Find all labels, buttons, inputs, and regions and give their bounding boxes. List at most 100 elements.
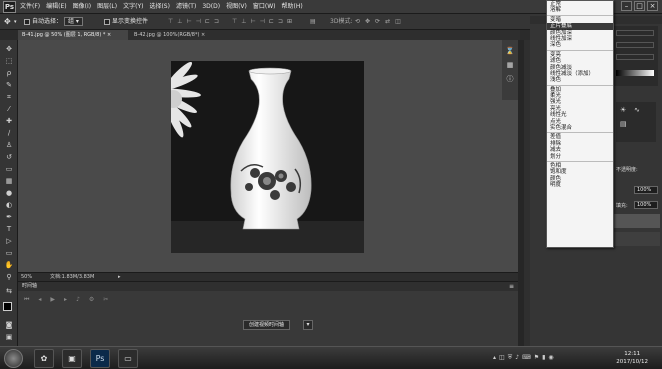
menu-item[interactable]: 文件(F) <box>20 0 40 14</box>
move-tool-icon[interactable]: ✥ <box>4 14 11 30</box>
pen-tool-icon[interactable]: ✒ <box>4 212 14 222</box>
align-icons[interactable]: ⊤⊥⊢⊣⊏⊐ <box>168 14 223 30</box>
healing-brush-tool-icon[interactable]: ✚ <box>4 116 14 126</box>
timeline-dropdown-arrow[interactable]: ▾ <box>303 320 313 330</box>
opacity-input[interactable]: 100% <box>634 186 658 194</box>
settings-icon[interactable]: ⚙ <box>89 296 94 304</box>
blend-mode-option[interactable]: 明度 <box>547 182 613 188</box>
canvas-area[interactable] <box>18 40 518 272</box>
clone-stamp-tool-icon[interactable]: ♙ <box>4 140 14 150</box>
gradient-tool-icon[interactable]: ▦ <box>4 176 14 186</box>
taskbar-image-viewer-icon[interactable]: ▣ <box>62 349 82 368</box>
menu-item[interactable]: 图层(L) <box>97 0 117 14</box>
eyedropper-tool-icon[interactable]: ⁄ <box>4 104 14 114</box>
show-transform-checkbox[interactable] <box>104 18 110 25</box>
play-icon[interactable]: ▶ <box>50 296 55 304</box>
quick-select-tool-icon[interactable]: ✎ <box>4 80 14 90</box>
taskbar-pinned-icon[interactable]: ✿ <box>34 349 54 368</box>
layer-row[interactable] <box>614 232 660 246</box>
gradient-bar[interactable] <box>616 70 654 76</box>
taskbar-clock[interactable]: 12:11 2017/10/12 <box>616 350 648 366</box>
zoom-level[interactable]: 50% <box>21 273 32 281</box>
3d-mode-icons[interactable]: ⟲✥⟳⇄◫ <box>355 14 406 30</box>
move-tool-icon[interactable]: ✥ <box>4 44 14 54</box>
slider-b[interactable] <box>616 54 654 60</box>
hand-tool-icon[interactable]: ✋ <box>4 260 14 270</box>
document-image[interactable] <box>153 61 364 253</box>
properties-panel-icon[interactable]: ▦ <box>505 60 515 70</box>
layer-row[interactable] <box>614 214 660 228</box>
tray-app-icon[interactable]: ◉ <box>548 354 553 362</box>
curves-icon[interactable]: ∿ <box>634 106 640 114</box>
blend-mode-option[interactable]: 实色混合 <box>547 125 613 131</box>
history-panel-icon[interactable]: ⌛ <box>505 46 515 56</box>
close-button[interactable]: × <box>647 1 658 11</box>
adjustment-icon[interactable]: ☀ <box>620 106 626 114</box>
tool-preset-arrow-icon[interactable]: ▾ <box>14 14 17 30</box>
auto-align-icon[interactable]: ▤ <box>310 14 320 30</box>
start-button[interactable] <box>4 349 23 368</box>
tab-b42[interactable]: B-42.jpg @ 100%(RGB/8*) × <box>130 30 230 40</box>
tray-battery-icon[interactable]: ▮ <box>542 354 545 362</box>
menu-item[interactable]: 3D(D) <box>202 0 220 14</box>
blend-mode-option[interactable]: 浅色 <box>547 77 613 83</box>
first-frame-icon[interactable]: ⏮ <box>24 296 29 304</box>
quick-mask-icon[interactable]: ◙ <box>4 320 14 330</box>
menu-item[interactable]: 图像(I) <box>73 0 91 14</box>
menu-item[interactable]: 视图(V) <box>226 0 247 14</box>
create-video-timeline-button[interactable]: 创建视频时间轴 <box>243 320 291 330</box>
type-tool-icon[interactable]: T <box>4 224 14 234</box>
maximize-button[interactable]: □ <box>634 1 645 11</box>
screen-mode-icon[interactable]: ▣ <box>4 332 14 342</box>
foreground-color-swatch[interactable] <box>3 302 12 311</box>
split-icon[interactable]: ✂ <box>103 296 108 304</box>
menu-item[interactable]: 文字(Y) <box>123 0 143 14</box>
tab-close-icon[interactable]: × <box>201 32 205 38</box>
path-select-tool-icon[interactable]: ▷ <box>4 236 14 246</box>
blend-mode-option[interactable]: 深色 <box>547 42 613 48</box>
auto-select-dropdown[interactable]: 组 ▾ <box>63 17 83 26</box>
tray-flag-icon[interactable]: ⚑ <box>534 354 539 362</box>
zoom-tool-icon[interactable]: ⚲ <box>4 272 14 282</box>
menu-item[interactable]: 选择(S) <box>149 0 170 14</box>
menu-item[interactable]: 窗口(W) <box>253 0 276 14</box>
next-frame-icon[interactable]: ▸ <box>64 296 67 304</box>
status-menu-arrow-icon[interactable]: ▸ <box>118 273 121 281</box>
slider-r[interactable] <box>616 30 654 36</box>
swap-colors-icon[interactable]: ⇆ <box>4 286 14 296</box>
taskbar-folder-icon[interactable]: ▭ <box>118 349 138 368</box>
document-size[interactable]: 文档:1.83M/3.83M <box>50 273 94 281</box>
history-brush-tool-icon[interactable]: ↺ <box>4 152 14 162</box>
blend-mode-option[interactable]: 划分 <box>547 154 613 160</box>
color-sliders[interactable] <box>614 26 658 86</box>
menu-item[interactable]: 帮助(H) <box>282 0 303 14</box>
slider-g[interactable] <box>616 42 654 48</box>
tray-volume-icon[interactable]: ♪ <box>515 354 519 362</box>
menu-item[interactable]: 编辑(E) <box>46 0 66 14</box>
auto-select-checkbox[interactable] <box>24 18 30 25</box>
brush-tool-icon[interactable]: ∕ <box>4 128 14 138</box>
blend-mode-option[interactable]: 溶解 <box>547 7 613 13</box>
tab-b41[interactable]: B-41.jpg @ 50% (图层 1, RGB/8) * × <box>18 30 128 40</box>
fill-input[interactable]: 100% <box>634 201 658 209</box>
minimize-button[interactable]: – <box>621 1 632 11</box>
timeline-menu-icon[interactable]: ≡ <box>509 283 514 290</box>
tray-network-icon[interactable]: ◫ <box>499 354 505 362</box>
eraser-tool-icon[interactable]: ▭ <box>4 164 14 174</box>
distribute-icons[interactable]: ⊤⊥⊢⊣⊏⊐⊞ <box>232 14 296 30</box>
audio-icon[interactable]: ♪ <box>76 296 80 304</box>
tray-arrow-icon[interactable]: ▴ <box>493 354 496 362</box>
marquee-tool-icon[interactable]: ⬚ <box>4 56 14 66</box>
info-panel-icon[interactable]: ⓘ <box>505 74 515 84</box>
tab-close-icon[interactable]: × <box>107 32 111 38</box>
rectangle-tool-icon[interactable]: ▭ <box>4 248 14 258</box>
prev-frame-icon[interactable]: ◂ <box>38 296 41 304</box>
tray-security-icon[interactable]: ⛨ <box>508 354 513 362</box>
crop-tool-icon[interactable]: ⌗ <box>4 92 14 102</box>
tray-input-icon[interactable]: ⌨ <box>522 354 531 362</box>
dodge-tool-icon[interactable]: ◐ <box>4 200 14 210</box>
lasso-tool-icon[interactable]: ρ <box>4 68 14 78</box>
levels-icon[interactable]: ▤ <box>620 120 627 128</box>
taskbar-photoshop-icon[interactable]: Ps <box>90 349 110 368</box>
menu-item[interactable]: 滤镜(T) <box>176 0 196 14</box>
